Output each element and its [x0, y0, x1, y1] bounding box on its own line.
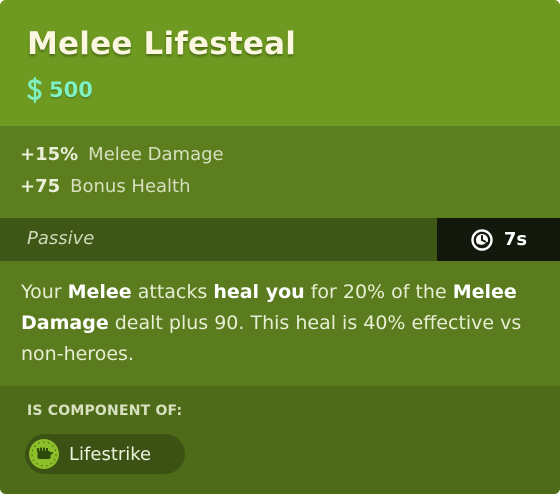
- component-heading: IS COMPONENT OF:: [27, 403, 183, 419]
- passive-label: Passive: [27, 228, 95, 249]
- stat-bonus-health: +75 Bonus Health: [20, 176, 191, 197]
- stat-value: +75: [20, 176, 61, 197]
- component-item-name: Lifestrike: [69, 443, 152, 465]
- cooldown-value: 7s: [503, 229, 528, 250]
- stopwatch-icon: [471, 228, 493, 251]
- description-section: Your Melee attacks heal you for 20% of t…: [0, 261, 560, 386]
- cost-value: 500: [49, 78, 93, 102]
- desc-keyword: Melee: [67, 281, 132, 303]
- stats-section: +15% Melee Damage +75 Bonus Health: [0, 126, 560, 218]
- stat-label: Bonus Health: [70, 176, 191, 197]
- component-item-lifestrike[interactable]: Lifestrike: [25, 434, 185, 474]
- desc-text-part: Your: [21, 281, 68, 303]
- stat-melee-damage: +15% Melee Damage: [20, 144, 224, 165]
- component-section: IS COMPONENT OF: Lifestrike: [0, 386, 560, 494]
- desc-text-part: for 20% of the: [304, 281, 453, 303]
- description-text: Your Melee attacks heal you for 20% of t…: [21, 277, 546, 370]
- stat-value: +15%: [20, 144, 79, 165]
- souls-icon: [27, 76, 42, 104]
- item-tooltip-card: Melee Lifesteal 500 +15% Melee Damage +7…: [0, 0, 560, 494]
- item-title: Melee Lifesteal: [27, 26, 297, 62]
- passive-bar: Passive 7s: [0, 218, 560, 261]
- stat-label: Melee Damage: [88, 144, 224, 165]
- fist-icon: [29, 439, 59, 469]
- desc-keyword: heal you: [213, 281, 305, 303]
- item-cost: 500: [25, 76, 93, 104]
- cooldown-badge: 7s: [437, 218, 560, 261]
- desc-text-part: attacks: [131, 281, 214, 303]
- tooltip-header: Melee Lifesteal 500: [0, 0, 560, 126]
